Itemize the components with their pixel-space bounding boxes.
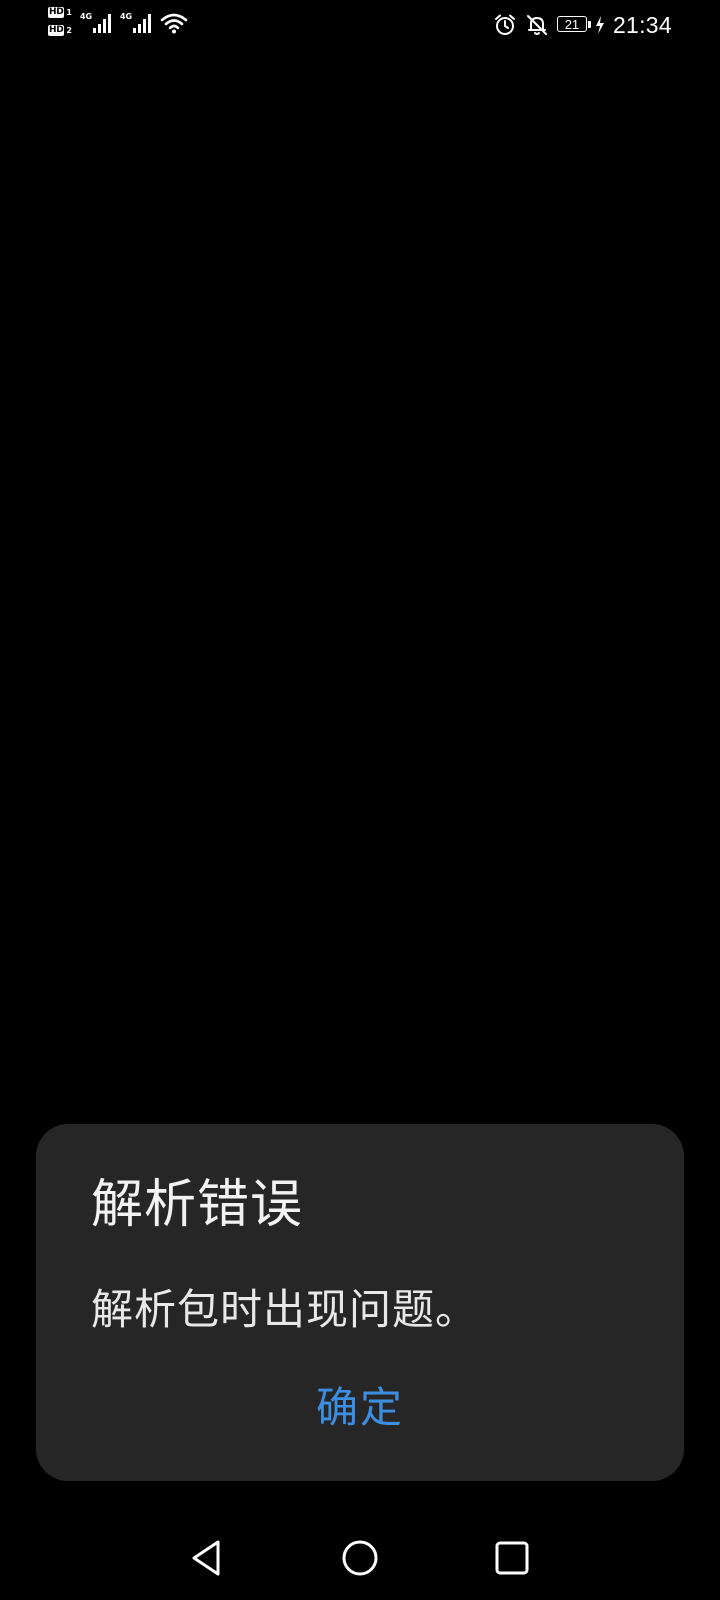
home-button[interactable] bbox=[330, 1528, 390, 1588]
sim-number: 1 bbox=[66, 7, 72, 17]
back-button[interactable] bbox=[176, 1528, 236, 1588]
wifi-icon bbox=[160, 13, 188, 34]
ok-button[interactable]: 确定 bbox=[260, 1366, 460, 1442]
screen: HD 1 HD 2 4G 4G 21 21:34 解析错误 解析包时出现问题。 … bbox=[0, 0, 720, 1600]
back-icon bbox=[192, 1540, 220, 1576]
battery-tip bbox=[587, 21, 591, 28]
hd-label: HD bbox=[48, 24, 65, 36]
sim-number: 2 bbox=[66, 25, 72, 35]
dialog-title: 解析错误 bbox=[91, 1175, 304, 1235]
error-dialog: 解析错误 解析包时出现问题。 确定 bbox=[36, 1124, 684, 1481]
signal-icon-sim2: 4G bbox=[120, 12, 156, 38]
network-type: 4G bbox=[79, 12, 93, 21]
clock: 21:34 bbox=[612, 11, 672, 38]
hd-indicators: HD 1 HD 2 bbox=[48, 6, 72, 36]
dialog-message: 解析包时出现问题。 bbox=[91, 1285, 479, 1334]
signal-bars-icon bbox=[92, 14, 111, 33]
bell-off-icon bbox=[526, 15, 547, 35]
signal-icon-sim1: 4G bbox=[80, 12, 116, 38]
hd-icon-sim2: HD 2 bbox=[48, 24, 72, 36]
status-bar-left: HD 1 HD 2 4G 4G bbox=[48, 6, 188, 46]
recents-icon bbox=[495, 1541, 529, 1575]
signal-bars-icon bbox=[132, 14, 151, 33]
battery-level: 21 bbox=[556, 16, 587, 32]
navigation-bar bbox=[0, 1516, 720, 1600]
battery-icon: 21 bbox=[556, 16, 593, 34]
hd-icon-sim1: HD 1 bbox=[48, 6, 72, 18]
alarm-icon bbox=[494, 14, 515, 35]
status-bar-right: 21 21:34 bbox=[493, 8, 672, 42]
home-icon bbox=[342, 1540, 378, 1576]
status-bar: HD 1 HD 2 4G 4G 21 21:34 bbox=[0, 0, 720, 50]
charging-icon bbox=[595, 16, 604, 34]
network-type: 4G bbox=[119, 12, 133, 21]
hd-label: HD bbox=[48, 6, 65, 18]
recents-button[interactable] bbox=[482, 1528, 542, 1588]
